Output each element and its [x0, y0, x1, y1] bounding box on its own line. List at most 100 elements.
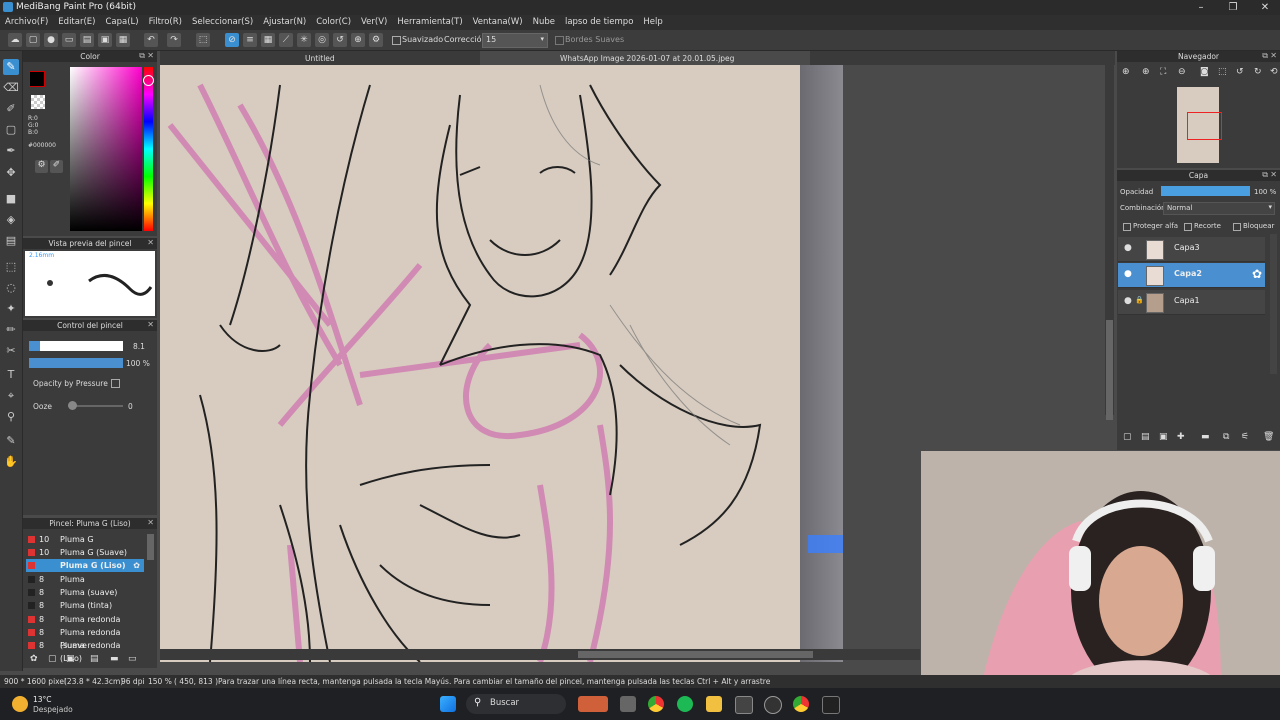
transparent-swatch[interactable]: [31, 95, 45, 109]
protect-alpha-checkbox[interactable]: [1123, 223, 1131, 231]
menu-seleccionar[interactable]: Seleccionar(S): [187, 15, 258, 30]
correction-select[interactable]: 15 ▾: [482, 33, 548, 48]
menu-capa[interactable]: Capa(L): [100, 15, 143, 30]
gradient-tool-icon[interactable]: ▤: [3, 233, 19, 249]
bucket-tool-icon[interactable]: ◈: [3, 212, 19, 228]
eraser-tool-icon[interactable]: ⌫: [3, 80, 19, 96]
store-icon[interactable]: [735, 696, 753, 714]
layer-opacity-slider[interactable]: [1161, 186, 1250, 196]
brush-item[interactable]: 8 Pluma redonda (Liso): [26, 639, 144, 663]
file-explorer-icon[interactable]: [706, 696, 722, 712]
pen-tool-icon[interactable]: ✒: [3, 143, 19, 159]
menu-ventana[interactable]: Ventana(W): [468, 15, 528, 30]
gear-icon[interactable]: ✿: [133, 559, 140, 572]
folder-icon[interactable]: ▬: [1201, 432, 1210, 442]
task-view-icon[interactable]: [620, 696, 636, 712]
fit-icon[interactable]: ⛶: [1160, 67, 1166, 77]
hue-slider[interactable]: [144, 67, 153, 231]
close-icon[interactable]: ✕: [147, 320, 154, 329]
color-saturation-field[interactable]: [70, 67, 142, 231]
merge-icon[interactable]: ⧉: [1223, 432, 1229, 442]
brush-item-selected[interactable]: Pluma G (Liso) ✿: [26, 559, 144, 572]
chrome-icon[interactable]: [648, 696, 664, 712]
fill-rect-icon[interactable]: ■: [3, 191, 19, 207]
layer-row[interactable]: ● 🔒 Capa1: [1118, 290, 1265, 315]
snap-curve-icon[interactable]: ↺: [333, 33, 347, 47]
menu-archivo[interactable]: Archivo(F): [0, 15, 53, 30]
brush-size-slider[interactable]: [29, 341, 123, 351]
brush-item[interactable]: 8 Pluma redonda: [26, 613, 144, 626]
layer-add-menu-icon[interactable]: ✚: [1177, 432, 1185, 442]
detach-icon[interactable]: ⧉: [1262, 170, 1268, 180]
close-icon[interactable]: ✕: [1254, 1, 1276, 14]
search-highlight-icon[interactable]: [578, 696, 608, 712]
add-brush-icon[interactable]: ▢: [48, 654, 57, 664]
cloud-icon[interactable]: ☁: [8, 33, 22, 47]
select-eraser-icon[interactable]: ✂: [3, 343, 19, 359]
zoom-in-icon[interactable]: ⊕: [1142, 67, 1150, 77]
eyedropper-tool-icon[interactable]: ⚲: [3, 409, 19, 425]
menu-color[interactable]: Color(C): [311, 15, 356, 30]
shape-tool-icon[interactable]: ▢: [3, 122, 19, 138]
snap-off-icon[interactable]: ⊘: [225, 33, 239, 47]
menu-help[interactable]: Help: [638, 15, 667, 30]
windows-start-icon[interactable]: [440, 696, 456, 712]
minimize-icon[interactable]: –: [1190, 1, 1212, 14]
steam-icon[interactable]: [764, 696, 782, 714]
brush-opacity-slider[interactable]: [29, 358, 123, 368]
smoothing-checkbox[interactable]: [392, 36, 401, 45]
select-tool-icon[interactable]: ⬚: [3, 259, 19, 275]
brush-item[interactable]: 8 Pluma (suave): [26, 586, 144, 599]
reset-icon[interactable]: ⟲: [1270, 67, 1278, 77]
foreground-color-swatch[interactable]: [29, 71, 45, 87]
delete-layer-icon[interactable]: 🗑: [1263, 432, 1274, 442]
select-pen-icon[interactable]: ✏: [3, 322, 19, 338]
eye-icon[interactable]: ●: [1124, 243, 1132, 253]
detach-icon[interactable]: ⧉: [139, 51, 145, 61]
new-halftone-icon[interactable]: ▤: [1141, 432, 1150, 442]
layer-row[interactable]: ● Capa3: [1118, 237, 1265, 262]
divide-tool-icon[interactable]: ⌖: [3, 388, 19, 404]
move-tool-icon[interactable]: ✥: [3, 165, 19, 181]
close-icon[interactable]: ✕: [147, 518, 154, 527]
hand-tool-icon[interactable]: ✋: [3, 454, 19, 470]
close-icon[interactable]: ✕: [147, 51, 154, 60]
gear-icon[interactable]: ✿: [30, 654, 38, 664]
new-layer-icon[interactable]: ▢: [1123, 432, 1132, 442]
layer-row-selected[interactable]: ● Capa2 ✿: [1118, 263, 1265, 288]
tab-untitled[interactable]: Untitled: [305, 54, 335, 63]
export-icon[interactable]: ▤: [80, 33, 94, 47]
snap-circle-icon[interactable]: ◎: [315, 33, 329, 47]
chrome-icon[interactable]: [793, 696, 809, 712]
horizontal-scrollbar[interactable]: [160, 649, 920, 660]
redo-icon[interactable]: ↷: [167, 33, 181, 47]
opacity-pressure-checkbox[interactable]: [111, 379, 120, 388]
menu-lapso[interactable]: lapso de tiempo: [560, 15, 638, 30]
clip-checkbox[interactable]: [1184, 223, 1192, 231]
taskbar-search[interactable]: ⚲ Buscar: [466, 694, 566, 714]
menu-ver[interactable]: Ver(V): [356, 15, 392, 30]
navigator-thumbnail[interactable]: [1177, 87, 1222, 163]
lock-checkbox[interactable]: [1233, 223, 1241, 231]
flip-icon[interactable]: ⬚: [1218, 67, 1227, 77]
dot-tool-icon[interactable]: ✐: [3, 101, 19, 117]
layer-settings-icon[interactable]: ⚟: [1241, 432, 1249, 442]
fill-tool-icon[interactable]: ✎: [3, 433, 19, 449]
eye-icon[interactable]: ●: [1124, 296, 1132, 306]
snap-vanish-icon[interactable]: ⊕: [351, 33, 365, 47]
undo-icon[interactable]: ↶: [144, 33, 158, 47]
snap-settings-icon[interactable]: ⚙: [369, 33, 383, 47]
spotify-icon[interactable]: [677, 696, 693, 712]
maximize-icon[interactable]: ❐: [1222, 1, 1244, 14]
new-file-icon[interactable]: ▢: [26, 33, 40, 47]
medibang-icon[interactable]: [822, 696, 840, 714]
chat-icon[interactable]: ●: [44, 33, 58, 47]
brush-item[interactable]: 10 Pluma G: [26, 533, 144, 546]
zoom-in-icon[interactable]: ⊕: [1122, 67, 1130, 77]
zoom-out-icon[interactable]: ⊖: [1178, 67, 1186, 77]
lasso-tool-icon[interactable]: ◌: [3, 280, 19, 296]
grid-icon[interactable]: ▦: [116, 33, 130, 47]
tab-document[interactable]: WhatsApp Image 2026-01-07 at 20.01.05.jp…: [480, 51, 810, 65]
rotate-right-icon[interactable]: ↻: [1254, 67, 1262, 77]
hue-handle[interactable]: [143, 75, 154, 86]
